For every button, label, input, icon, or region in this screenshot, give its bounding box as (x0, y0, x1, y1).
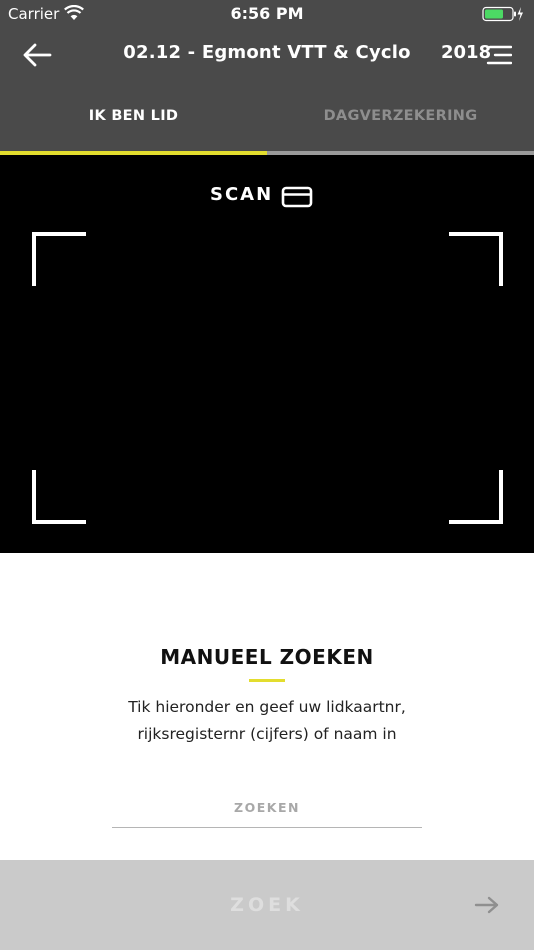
description-line-1: Tik hieronder en geef uw lidkaartnr, (128, 698, 406, 716)
battery-icon (482, 6, 523, 22)
manual-search-description: Tik hieronder en geef uw lidkaartnr, rij… (60, 694, 474, 748)
search-input[interactable] (112, 788, 422, 828)
title-underline (249, 679, 285, 682)
scanner-viewport[interactable]: SCAN (0, 155, 534, 553)
scan-frame-corner-top-left (32, 232, 86, 286)
tab-ik-ben-lid[interactable]: IK BEN LID (0, 80, 267, 151)
scan-frame-corner-top-right (449, 232, 503, 286)
arrow-right-icon (474, 896, 499, 914)
search-button[interactable]: ZOEK (0, 860, 534, 950)
search-button-label: ZOEK (230, 894, 304, 916)
menu-icon[interactable] (486, 44, 512, 66)
card-icon (281, 186, 313, 208)
status-time: 6:56 PM (230, 4, 304, 23)
tab-bar: IK BEN LID DAGVERZEKERING (0, 80, 534, 155)
scan-frame-corner-bottom-left (32, 470, 86, 524)
manual-search-title: MANUEEL ZOEKEN (160, 645, 374, 669)
year-label[interactable]: 2018 (441, 42, 491, 63)
tab-dagverzekering[interactable]: DAGVERZEKERING (267, 80, 534, 151)
scan-label: SCAN (210, 184, 274, 205)
status-bar: Carrier 6:56 PM (0, 0, 534, 28)
app-header: 02.12 - Egmont VTT & Cyclo 2018 (0, 28, 534, 80)
description-line-2: rijksregisternr (cijfers) of naam in (137, 725, 397, 743)
scan-frame-corner-bottom-right (449, 470, 503, 524)
